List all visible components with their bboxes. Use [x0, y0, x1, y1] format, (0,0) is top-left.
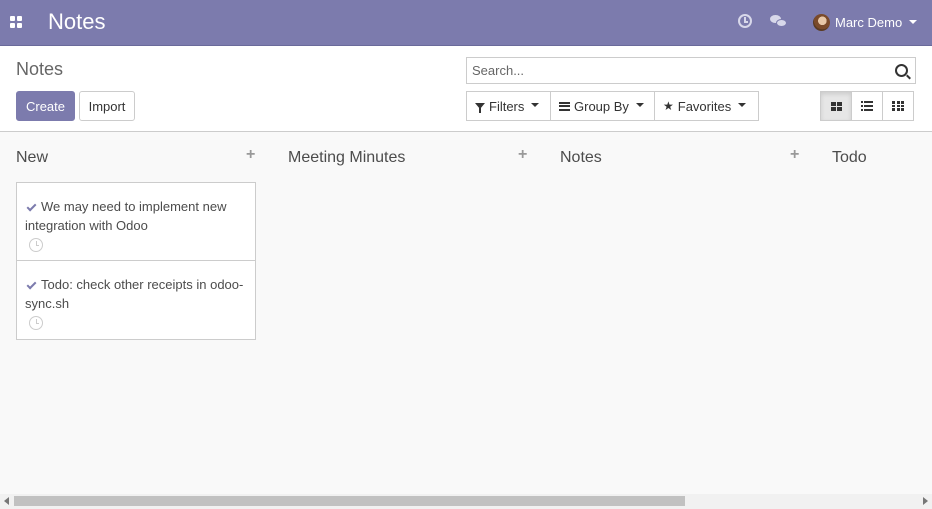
favorites-label: Favorites [677, 98, 732, 114]
filter-funnel-icon [475, 103, 485, 113]
chevron-down-icon [635, 103, 644, 107]
kanban-card[interactable]: Todo: check other receipts in odoo-sync.… [16, 261, 256, 340]
avatar [813, 13, 830, 31]
user-name: Marc Demo [835, 14, 903, 30]
control-panel: Notes Create Import Filters Group By ★ F… [0, 46, 932, 132]
grid-view-icon [892, 101, 904, 111]
breadcrumb: Notes [16, 59, 64, 79]
group-by-label: Group By [574, 98, 629, 114]
activity-clock-icon[interactable] [29, 238, 43, 252]
favorites-button[interactable]: ★ Favorites [654, 91, 759, 121]
chevron-down-icon [909, 20, 918, 24]
create-button[interactable]: Create [16, 91, 75, 121]
horizontal-scrollbar[interactable] [0, 494, 932, 509]
card-title: Todo: check other receipts in odoo-sync.… [25, 277, 244, 311]
column-title[interactable]: Notes [560, 149, 602, 167]
group-by-button[interactable]: Group By [550, 91, 655, 121]
list-view-button[interactable] [851, 91, 883, 121]
check-icon [26, 201, 37, 212]
filters-button[interactable]: Filters [466, 91, 551, 121]
top-navbar: Notes Marc Demo [0, 0, 932, 46]
quick-add-icon[interactable]: + [518, 145, 527, 165]
column-title[interactable]: Todo [832, 149, 867, 167]
view-switcher [820, 91, 916, 121]
column-title[interactable]: Meeting Minutes [288, 149, 405, 167]
grid-view-button[interactable] [882, 91, 914, 121]
list-view-icon [861, 101, 873, 111]
activity-clock-icon[interactable] [29, 316, 43, 330]
search-icon[interactable] [895, 64, 908, 77]
column-title[interactable]: New [16, 149, 48, 167]
bars-icon [559, 101, 570, 111]
kanban-card[interactable]: We may need to implement new integration… [16, 182, 256, 261]
scrollbar-thumb[interactable] [14, 496, 685, 506]
search-box [466, 57, 916, 84]
card-text: We may need to implement new integration… [25, 197, 251, 235]
search-input[interactable] [467, 58, 887, 83]
kanban-view-button[interactable] [820, 91, 852, 121]
star-icon: ★ [663, 99, 674, 113]
scroll-right-arrow-icon[interactable] [923, 497, 928, 505]
card-text: Todo: check other receipts in odoo-sync.… [25, 275, 251, 313]
user-menu[interactable]: Marc Demo [813, 12, 918, 32]
activity-clock-icon[interactable] [738, 14, 752, 28]
chevron-down-icon [738, 103, 747, 107]
card-title: We may need to implement new integration… [25, 199, 227, 233]
chat-icon[interactable] [770, 14, 788, 30]
quick-add-icon[interactable]: + [246, 145, 255, 165]
scroll-left-arrow-icon[interactable] [4, 497, 9, 505]
quick-add-icon[interactable]: + [790, 145, 799, 165]
kanban-view-icon [830, 101, 842, 111]
check-icon [26, 279, 37, 290]
filters-label: Filters [489, 98, 525, 114]
chevron-down-icon [531, 103, 540, 107]
import-button[interactable]: Import [79, 91, 135, 121]
apps-menu-icon[interactable] [10, 16, 23, 29]
kanban-board: New + We may need to implement new integ… [0, 132, 932, 494]
app-title[interactable]: Notes [48, 9, 105, 35]
